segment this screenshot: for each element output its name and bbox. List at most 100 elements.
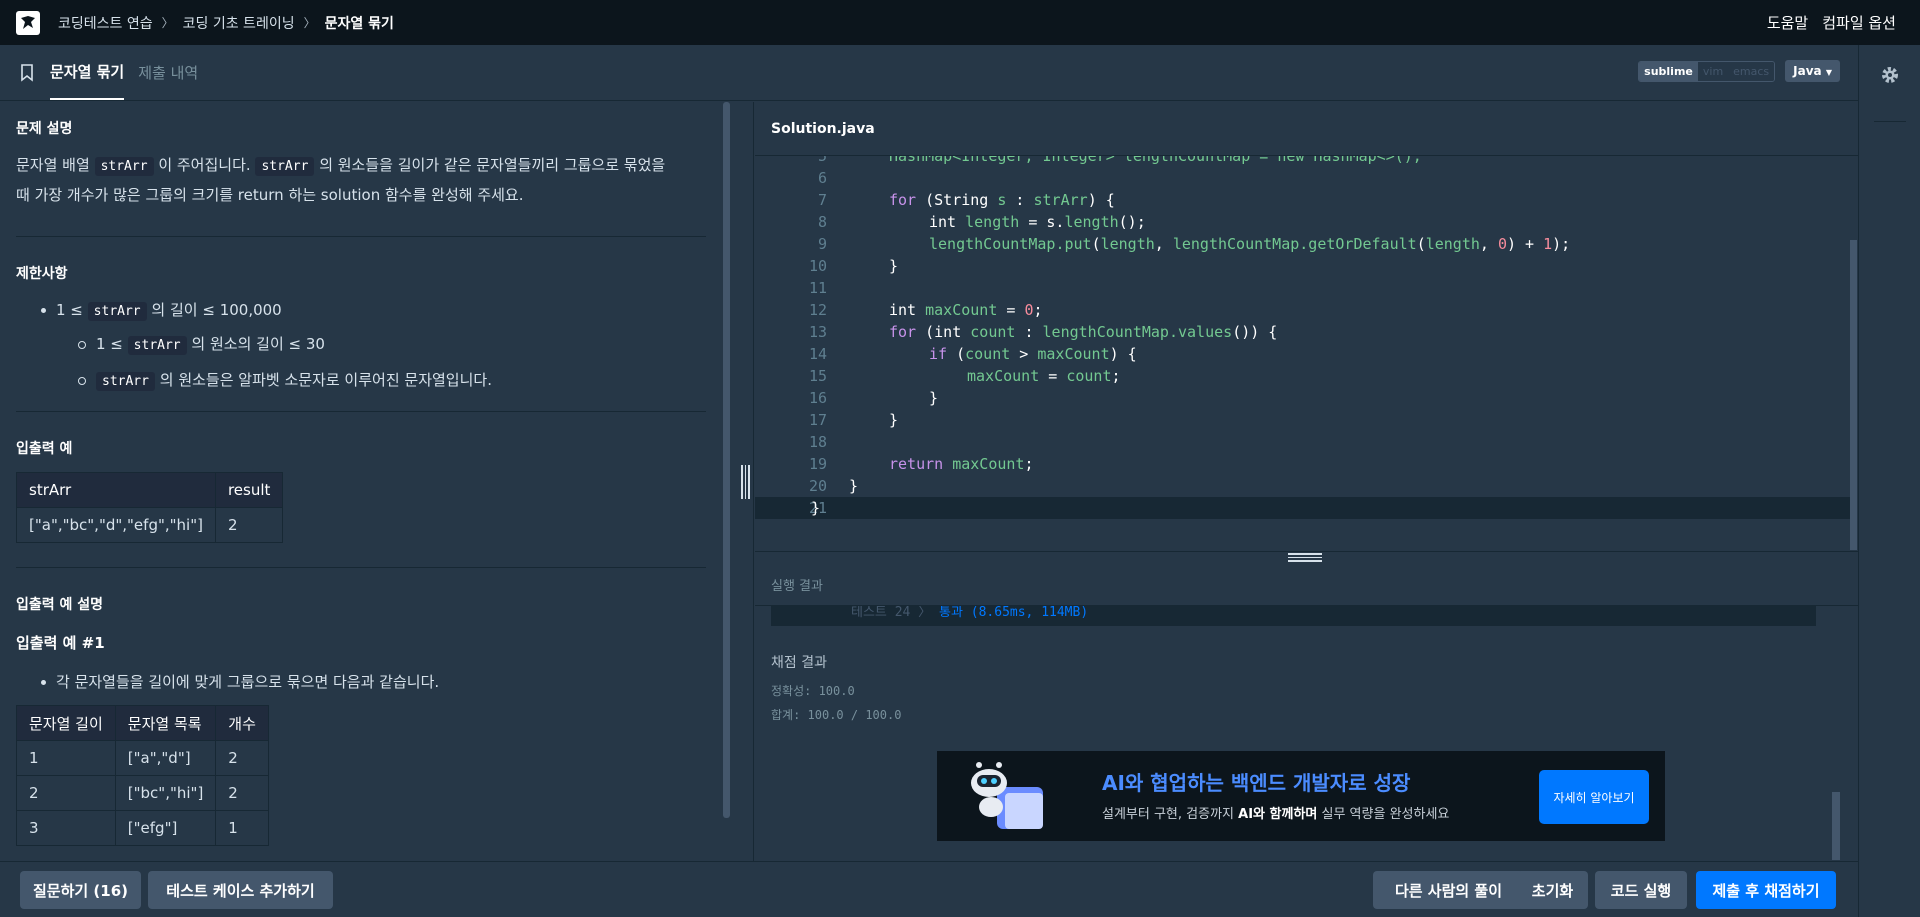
code-line: 6 xyxy=(755,167,1850,189)
test-result-row: 테스트 24 〉 통과 (8.65ms, 114MB) xyxy=(771,606,1816,626)
line-number: 11 xyxy=(808,279,827,297)
code-var: lengthCountMap xyxy=(929,235,1056,253)
line-number: 12 xyxy=(808,301,827,319)
bookmark-icon[interactable] xyxy=(20,45,36,100)
gear-icon[interactable] xyxy=(1880,65,1900,85)
code-text: = xyxy=(997,301,1025,319)
line-number: 17 xyxy=(808,411,827,429)
mode-vim[interactable]: vim xyxy=(1697,61,1729,81)
drag-handle-icon[interactable] xyxy=(741,465,751,499)
code-line: 15 maxCount = count; xyxy=(755,365,1850,387)
code-text: > xyxy=(1010,345,1038,363)
group-table: 문자열 길이 문자열 목록 개수 1 ["a","d"] 2 2 ["bc","… xyxy=(16,705,269,846)
line-number: 13 xyxy=(808,323,827,341)
run-code-button[interactable]: 코드 실행 xyxy=(1595,871,1687,909)
code-fn: .put xyxy=(1055,235,1092,253)
code-line: 11 xyxy=(755,277,1850,299)
code-var: lengthCountMap xyxy=(1172,235,1300,253)
line-number: 10 xyxy=(808,257,827,275)
drag-handle-icon[interactable] xyxy=(1288,553,1322,563)
table-cell: ["a","d"] xyxy=(114,740,217,776)
code-var: maxCount xyxy=(952,455,1025,473)
divider xyxy=(1874,121,1906,122)
table-header: 문자열 목록 xyxy=(114,705,217,741)
table-cell: 2 xyxy=(215,740,269,776)
code-text: ); xyxy=(1552,235,1571,253)
table-cell: ["a","bc","d","efg","hi"] xyxy=(16,507,216,543)
caret-down-icon: ▼ xyxy=(1825,68,1832,77)
code-keyword: return xyxy=(889,455,953,473)
code-line: 7 for (String s : strArr) { xyxy=(755,189,1850,211)
code-text: ()) { xyxy=(1232,323,1278,341)
example-list: 각 문자열들을 길이에 맞게 그룹으로 묶으면 다음과 같습니다. xyxy=(16,667,706,697)
table-cell: 2 xyxy=(215,775,269,811)
language-dropdown[interactable]: Java ▼ xyxy=(1785,60,1840,82)
help-link[interactable]: 도움말 xyxy=(1767,12,1808,33)
code-text: } xyxy=(889,257,899,275)
submit-button[interactable]: 제출 후 채점하기 xyxy=(1696,871,1836,909)
reset-button[interactable]: 초기화 xyxy=(1517,871,1588,909)
code-line: 18 xyxy=(755,431,1850,453)
table-header-row: strArr result xyxy=(16,472,284,508)
code-text: ; xyxy=(1033,301,1043,319)
code-number: 0 xyxy=(1497,235,1507,253)
mode-sublime[interactable]: sublime xyxy=(1639,61,1698,81)
code-text: ; xyxy=(1111,367,1121,385)
divider xyxy=(16,236,706,237)
banner-subtitle: 설계부터 구현, 검증까지 AI와 함께하며 실무 역량을 완성하세요 xyxy=(1102,803,1449,822)
example-heading: 입출력 예 #1 xyxy=(16,634,105,652)
test-label: 테스트 24 〉 xyxy=(851,606,932,620)
result-scrollbar[interactable] xyxy=(1832,792,1840,860)
code-text: ) + xyxy=(1507,235,1544,253)
code-text: ; xyxy=(1024,455,1034,473)
line-number: 9 xyxy=(817,235,827,253)
problem-panel: 문제 설명 문자열 배열 strArr 이 주어집니다. strArr 의 원소… xyxy=(0,102,722,861)
constraint-text: 의 원소들은 알파벳 소문자로 이루어진 문자열입니다. xyxy=(159,371,492,389)
description-heading: 문제 설명 xyxy=(16,121,73,137)
divider xyxy=(16,411,706,412)
constraints-heading: 제한사항 xyxy=(16,266,68,282)
code-text: , xyxy=(1154,235,1173,253)
add-testcase-button[interactable]: 테스트 케이스 추가하기 xyxy=(148,871,333,909)
breadcrumb-item-practice[interactable]: 코딩테스트 연습 xyxy=(58,13,153,33)
ad-banner[interactable]: AI와 협업하는 백엔드 개발자로 성장 설계부터 구현, 검증까지 AI와 함… xyxy=(937,751,1665,841)
tab-submissions[interactable]: 제출 내역 xyxy=(138,45,198,100)
code-var: lengthCountMap xyxy=(1042,323,1169,341)
ask-question-button[interactable]: 질문하기 (16) xyxy=(20,871,141,909)
code-line: 12 int maxCount = 0; xyxy=(755,299,1850,321)
code-var: length xyxy=(1425,235,1480,253)
code-editor[interactable]: 5 HashMap<Integer, Integer> lengthCountMa… xyxy=(755,156,1850,551)
tab-problem[interactable]: 문자열 묶기 xyxy=(50,45,125,100)
line-number: 7 xyxy=(817,191,827,209)
code-line: 8 int length = s.length(); xyxy=(755,211,1850,233)
others-solutions-button[interactable]: 다른 사람의 풀이 xyxy=(1373,871,1524,909)
compile-options-link[interactable]: 컴파일 옵션 xyxy=(1822,12,1896,33)
code-number: 0 xyxy=(1024,301,1034,319)
code-text: ( xyxy=(1091,235,1101,253)
code-number: 1 xyxy=(1543,235,1553,253)
keymap-selector: sublime vim emacs xyxy=(1638,60,1776,82)
banner-learn-more-button[interactable]: 자세히 알아보기 xyxy=(1539,770,1649,824)
breadcrumb-item-training[interactable]: 코딩 기초 트레이닝 xyxy=(183,13,295,33)
editor-scrollbar[interactable] xyxy=(1850,240,1857,550)
list-item: 1 ≤ strArr 의 원소의 길이 ≤ 30 xyxy=(16,327,706,363)
mode-emacs[interactable]: emacs xyxy=(1728,61,1775,81)
io-table: strArr result ["a","bc","d","efg","hi"] … xyxy=(16,472,284,543)
code-var: maxCount xyxy=(1037,345,1110,363)
line-number: 5 xyxy=(817,156,827,165)
code-text: ( xyxy=(947,345,966,363)
breadcrumb-item-current: 문자열 묶기 xyxy=(324,15,394,32)
top-nav: 코딩테스트 연습 〉 코딩 기초 트레이닝 〉 문자열 묶기 도움말 컴파일 옵… xyxy=(0,0,1920,45)
problem-scrollbar[interactable] xyxy=(723,102,730,818)
banner-sub-bold: AI와 함께하며 xyxy=(1238,807,1318,822)
code-strarr: strArr xyxy=(96,372,155,391)
language-label: Java xyxy=(1793,64,1822,78)
code-strarr: strArr xyxy=(94,157,154,176)
table-row: 3 ["efg"] 1 xyxy=(16,810,269,846)
table-cell: 3 xyxy=(16,810,116,846)
total-text: 합계: 100.0 / 100.0 xyxy=(771,708,902,722)
code-line: 13 for (int count : lengthCountMap.values… xyxy=(755,321,1850,343)
line-number: 16 xyxy=(808,389,827,407)
programmers-logo-icon[interactable] xyxy=(16,10,40,35)
code-text: , xyxy=(1479,235,1498,253)
